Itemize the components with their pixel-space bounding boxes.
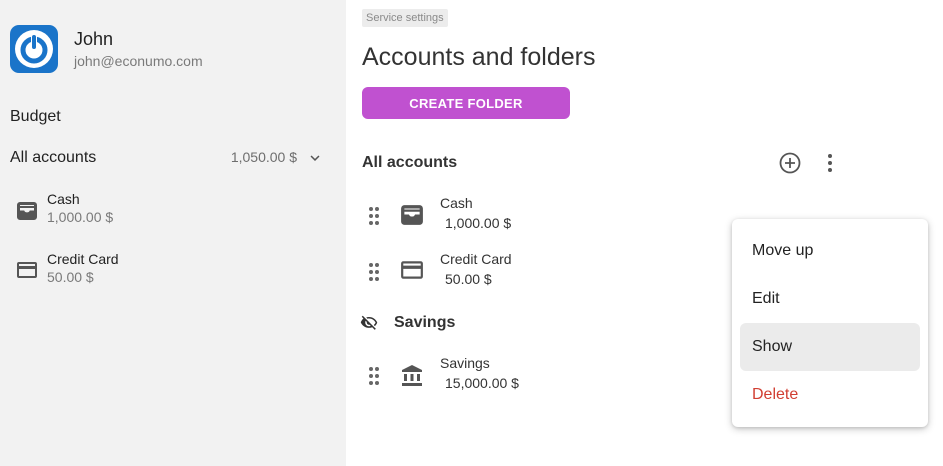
sidebar-account-cash[interactable]: Cash 1,000.00 $	[0, 191, 346, 231]
drag-handle-icon[interactable]	[362, 260, 386, 289]
all-accounts-toggle[interactable]: All accounts 1,050.00 $	[0, 146, 346, 170]
add-circle-icon[interactable]	[778, 151, 802, 180]
account-name: Credit Card	[47, 251, 119, 267]
folder-account-row[interactable]: Cash 1,000.00 $	[362, 195, 722, 239]
visibility-off-icon	[360, 314, 378, 337]
folder-context-menu: Move up Edit Show Delete	[732, 219, 928, 427]
wallet-icon	[400, 204, 424, 231]
chevron-down-icon	[306, 149, 324, 172]
menu-item-show[interactable]: Show	[740, 323, 920, 371]
account-balance: 1,000.00 $	[445, 215, 512, 231]
account-name: Credit Card	[440, 251, 512, 267]
account-balance: 15,000.00 $	[445, 375, 519, 391]
account-balance: 50.00 $	[47, 269, 94, 285]
folder-title: All accounts	[362, 154, 458, 171]
sidebar: John john@econumo.com Budget All account…	[0, 0, 346, 466]
drag-handle-icon[interactable]	[362, 364, 386, 393]
menu-item-edit[interactable]: Edit	[740, 275, 920, 323]
credit-card-icon	[16, 261, 38, 284]
more-vertical-icon[interactable]	[818, 151, 842, 180]
account-balance: 1,000.00 $	[47, 209, 114, 225]
account-name: Cash	[47, 191, 80, 207]
drag-handle-icon[interactable]	[362, 204, 386, 233]
wallet-icon	[16, 201, 38, 226]
menu-item-move-up[interactable]: Move up	[740, 227, 920, 275]
credit-card-icon	[400, 260, 424, 285]
create-folder-button[interactable]: CREATE FOLDER	[362, 87, 570, 119]
page-title: Accounts and folders	[362, 43, 596, 71]
account-balance: 50.00 $	[445, 271, 492, 287]
folder-account-row[interactable]: Credit Card 50.00 $	[362, 251, 722, 295]
all-accounts-label: All accounts	[10, 149, 97, 166]
all-accounts-total: 1,050.00 $	[230, 149, 297, 165]
budget-link[interactable]: Budget	[10, 108, 61, 126]
user-email: john@econumo.com	[74, 53, 203, 69]
breadcrumb[interactable]: Service settings	[362, 9, 448, 27]
avatar[interactable]	[10, 25, 58, 73]
account-name: Savings	[440, 355, 490, 371]
bank-icon	[400, 364, 424, 393]
power-logo-icon	[15, 30, 53, 68]
folder-title: Savings	[394, 314, 456, 331]
menu-item-delete[interactable]: Delete	[740, 371, 920, 419]
sidebar-account-credit-card[interactable]: Credit Card 50.00 $	[0, 251, 346, 291]
account-name: Cash	[440, 195, 473, 211]
folder-account-row[interactable]: Savings 15,000.00 $	[362, 355, 722, 399]
user-name: John	[74, 29, 114, 49]
